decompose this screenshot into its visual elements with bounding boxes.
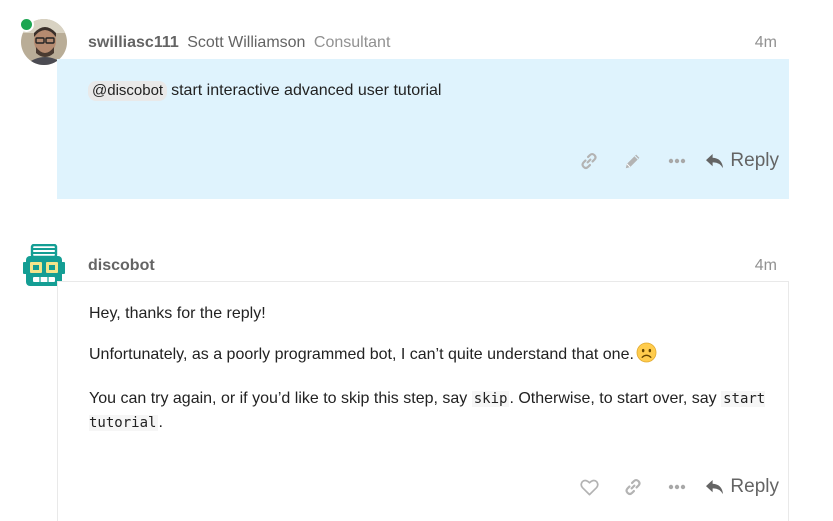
more-actions-button[interactable] (655, 145, 699, 177)
user-title: Consultant (313, 34, 391, 51)
reply-arrow-icon (706, 153, 724, 168)
post-paragraph: Hey, thanks for the reply! (89, 305, 266, 322)
reply-button[interactable]: Reply (703, 150, 781, 172)
post-paragraph: Unfortunately, as a poorly programmed bo… (89, 342, 768, 371)
post-discobot: discobot 4m Hey, thanks for the reply! U… (0, 240, 833, 521)
post-text: . (158, 414, 163, 431)
full-name[interactable]: Scott Williamson (187, 34, 305, 51)
post-paragraph: You can try again, or if you’d like to s… (89, 387, 768, 435)
reply-label: Reply (730, 150, 779, 171)
link-icon (581, 152, 598, 170)
heart-icon (580, 479, 599, 495)
username-link[interactable]: discobot (88, 257, 155, 274)
online-indicator (19, 17, 34, 32)
post-paragraph: @discobot start interactive advanced user… (88, 79, 769, 103)
post-content: @discobot start interactive advanced user… (88, 79, 769, 119)
more-actions-button[interactable] (655, 471, 699, 503)
post-content: Hey, thanks for the reply! Unfortunately… (89, 302, 768, 451)
post-meta: discobot (88, 257, 155, 275)
copy-link-button[interactable] (567, 145, 611, 177)
post-text: Unfortunately, as a poorly programmed bo… (89, 346, 634, 363)
code-skip: skip (471, 391, 510, 407)
reply-arrow-icon (706, 479, 724, 494)
like-button[interactable] (567, 471, 611, 503)
ellipsis-icon (669, 158, 686, 164)
mention-link[interactable]: @discobot (88, 81, 168, 101)
reply-button[interactable]: Reply (703, 476, 781, 498)
reply-label: Reply (730, 476, 779, 497)
post-swilliasc111: swilliasc111 Scott Williamson Consultant… (0, 0, 833, 205)
post-text: . Otherwise, to start over, say (509, 390, 717, 407)
copy-link-button[interactable] (611, 471, 655, 503)
edit-button[interactable] (611, 145, 655, 177)
post-actions: Reply (567, 145, 781, 177)
post-date[interactable]: 4m (755, 34, 777, 52)
post-actions: Reply (567, 471, 781, 503)
pencil-icon (626, 154, 640, 169)
link-icon (625, 478, 642, 496)
ellipsis-icon (669, 484, 686, 490)
username-link[interactable]: swilliasc111 (88, 34, 179, 51)
post-body: @discobot start interactive advanced user… (57, 59, 789, 199)
post-text: You can try again, or if you’d like to s… (89, 390, 468, 407)
post-text: start interactive advanced user tutorial (171, 82, 442, 99)
post-date[interactable]: 4m (755, 257, 777, 275)
frowning-face-icon (636, 342, 657, 371)
post-meta: swilliasc111 Scott Williamson Consultant (88, 34, 390, 52)
